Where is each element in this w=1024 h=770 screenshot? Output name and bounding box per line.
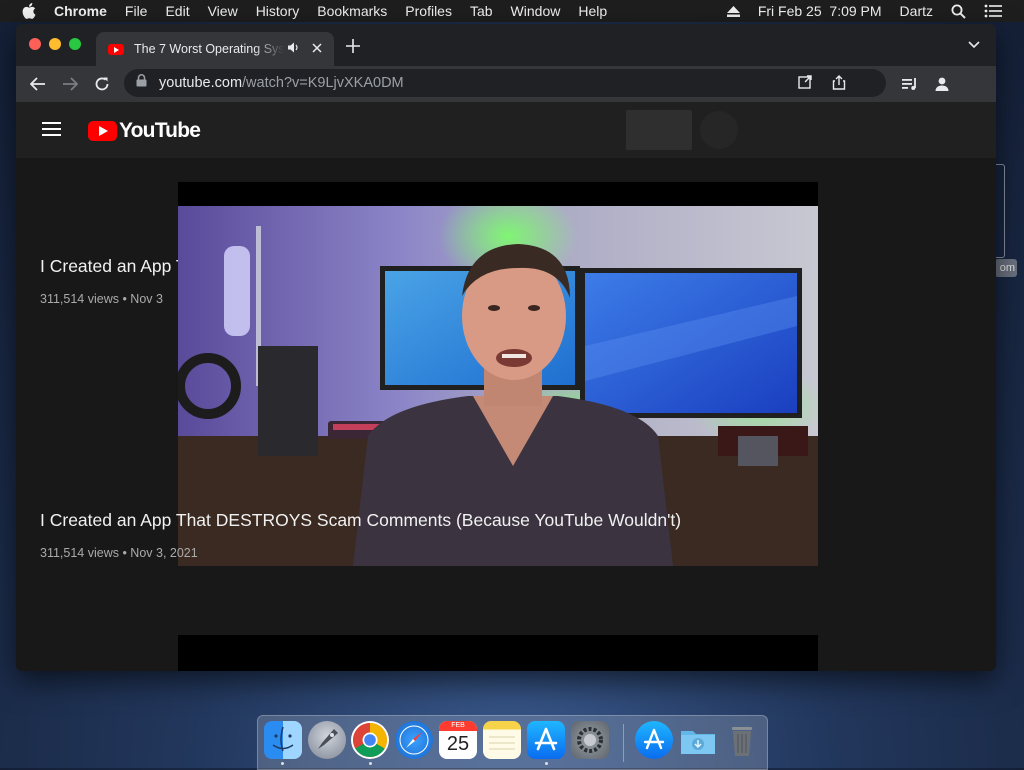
back-arrow-icon[interactable]: [28, 74, 48, 94]
tab-close-icon[interactable]: [312, 40, 322, 58]
video-meta: 311,514 views • Nov 3, 2021: [40, 546, 198, 560]
launchpad-icon[interactable]: [308, 721, 346, 759]
share-icon[interactable]: [832, 75, 848, 91]
calendar-day: 25: [446, 733, 470, 755]
youtube-favicon-icon: [108, 43, 124, 55]
chrome-window: The 7 Worst Operating Systems: [16, 24, 996, 671]
app-store-folder-icon[interactable]: [635, 721, 673, 759]
calendar-icon[interactable]: FEB 25: [439, 721, 477, 759]
menu-history[interactable]: History: [256, 3, 300, 19]
system-preferences-icon[interactable]: [571, 721, 609, 759]
address-bar[interactable]: youtube.com/watch?v=K9LjvXKA0DM: [124, 69, 886, 97]
menu-bar-status-area: Fri Feb 25 7:09 PM Dartz: [726, 0, 1024, 22]
window-close-button[interactable]: [29, 38, 41, 50]
spotlight-search-icon[interactable]: [951, 4, 966, 19]
menu-tab[interactable]: Tab: [470, 3, 493, 19]
loading-placeholder-avatar: [700, 111, 738, 149]
menu-bookmarks[interactable]: Bookmarks: [317, 3, 387, 19]
youtube-wordmark: YouTube: [119, 119, 201, 142]
downloads-folder-icon[interactable]: [679, 721, 717, 759]
tab-search-chevron-down-icon[interactable]: [968, 38, 980, 52]
youtube-masthead: YouTube: [16, 102, 996, 158]
media-controls-icon[interactable]: [900, 74, 920, 94]
menu-bar: Chrome File Edit View History Bookmarks …: [0, 0, 1024, 22]
menu-help[interactable]: Help: [578, 3, 607, 19]
dock-separator: [623, 724, 624, 762]
menu-window[interactable]: Window: [511, 3, 561, 19]
profile-avatar-icon[interactable]: [932, 74, 952, 94]
tab-audio-playing-icon[interactable]: [288, 42, 300, 56]
chrome-running-indicator: [369, 762, 372, 765]
video-card-meta: 311,514 views • Nov 3: [40, 292, 163, 306]
menu-app-chrome[interactable]: Chrome: [54, 3, 107, 19]
video-title[interactable]: I Created an App That DESTROYS Scam Comm…: [40, 510, 681, 531]
apple-menu-icon[interactable]: [18, 3, 40, 19]
menu-bar-user[interactable]: Dartz: [900, 3, 933, 19]
background-window-label: om: [995, 259, 1017, 277]
menu-edit[interactable]: Edit: [165, 3, 189, 19]
notification-center-icon[interactable]: [984, 4, 1002, 18]
window-zoom-button[interactable]: [69, 38, 81, 50]
menu-profiles[interactable]: Profiles: [405, 3, 452, 19]
url-host: youtube.com: [159, 75, 243, 91]
hamburger-menu-icon[interactable]: [42, 122, 61, 136]
youtube-page: YouTube I Created an App T 311,514 views…: [16, 102, 996, 671]
tab-title: The 7 Worst Operating Systems: [134, 42, 284, 56]
notes-icon[interactable]: [483, 721, 521, 759]
menu-file[interactable]: File: [125, 3, 148, 19]
finder-icon[interactable]: [264, 721, 302, 759]
lock-icon[interactable]: [136, 74, 147, 92]
menu-view[interactable]: View: [208, 3, 238, 19]
new-tab-button[interactable]: [346, 36, 360, 59]
chrome-icon[interactable]: [351, 721, 389, 759]
app-store-icon[interactable]: [527, 721, 565, 759]
browser-toolbar: youtube.com/watch?v=K9LjvXKA0DM: [16, 66, 996, 102]
window-minimize-button[interactable]: [49, 38, 61, 50]
forward-arrow-icon[interactable]: [60, 74, 80, 94]
trash-icon[interactable]: [723, 721, 761, 759]
menu-bar-clock[interactable]: Fri Feb 25 7:09 PM: [758, 3, 882, 19]
url-path: /watch?v=K9LjvXKA0DM: [242, 75, 404, 91]
video-player[interactable]: [178, 182, 818, 566]
finder-running-indicator: [281, 762, 284, 765]
loading-placeholder-button: [626, 110, 692, 150]
safari-icon[interactable]: [395, 721, 433, 759]
background-window-edge: [996, 164, 1005, 258]
video-card-title[interactable]: I Created an App T: [40, 256, 187, 277]
youtube-play-logo-icon: [88, 121, 117, 141]
video-thumbnail-placeholder[interactable]: [178, 635, 818, 671]
dock: FEB 25: [257, 715, 768, 770]
reload-icon[interactable]: [92, 74, 112, 94]
url-text[interactable]: youtube.com/watch?v=K9LjvXKA0DM: [159, 75, 404, 91]
app-store-running-indicator: [545, 762, 548, 765]
youtube-logo[interactable]: YouTube: [88, 119, 201, 143]
eject-icon[interactable]: [726, 5, 740, 17]
open-in-new-window-icon[interactable]: [798, 75, 814, 91]
calendar-month: FEB: [439, 721, 477, 731]
tab-youtube-video[interactable]: The 7 Worst Operating Systems: [96, 32, 334, 66]
tab-strip: The 7 Worst Operating Systems: [16, 24, 996, 66]
